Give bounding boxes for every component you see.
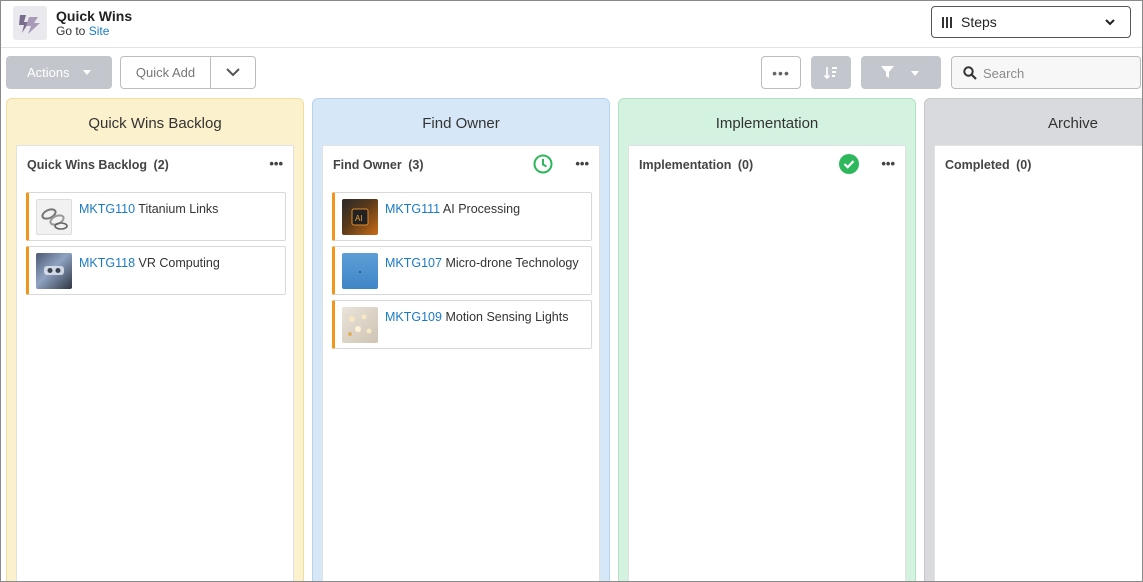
lane-name: Find Owner: [333, 158, 402, 172]
actions-label: Actions: [27, 65, 70, 80]
column-title: Implementation: [715, 115, 819, 132]
chain-links-icon: [41, 208, 68, 230]
lane-completed: Completed (0): [934, 145, 1142, 581]
columns-icon: [942, 16, 952, 28]
lane-name: Completed: [945, 158, 1010, 172]
card[interactable]: MKTG118 VR Computing: [26, 246, 286, 295]
goto-site-line: Go to Site: [56, 24, 109, 38]
column-title: Find Owner: [422, 115, 500, 132]
board-column-find-owner: Find Owner Find Owner (3) ••• AI MKTG111…: [312, 98, 610, 581]
svg-text:AI: AI: [355, 214, 363, 223]
card[interactable]: MKTG107 Micro-drone Technology: [332, 246, 592, 295]
card-thumbnail: [342, 307, 378, 343]
card-title: MKTG109 Motion Sensing Lights: [385, 310, 568, 324]
board-column-archive: Archive Completed (0): [924, 98, 1142, 581]
chevron-down-icon: [226, 68, 240, 77]
card-id-link[interactable]: MKTG109: [385, 310, 442, 324]
lane-name: Quick Wins Backlog: [27, 158, 148, 172]
card-thumbnail: AI: [342, 199, 378, 235]
goto-prefix: Go to: [56, 24, 86, 38]
filter-icon: [881, 66, 894, 78]
page-header: Quick Wins Go to Site Steps: [1, 1, 1142, 48]
card-name: Titanium Links: [138, 202, 219, 216]
app-window: Quick Wins Go to Site Steps Actions Quic…: [0, 0, 1143, 582]
more-icon: •••: [772, 64, 790, 81]
card[interactable]: MKTG109 Motion Sensing Lights: [332, 300, 592, 349]
card-id-link[interactable]: MKTG118: [79, 256, 135, 270]
card-id-link[interactable]: MKTG111: [385, 202, 440, 216]
card-title: MKTG118 VR Computing: [79, 256, 220, 270]
lane-menu-button[interactable]: •••: [269, 156, 283, 171]
filter-button[interactable]: [861, 56, 941, 89]
chevron-down-icon: [1105, 19, 1115, 26]
search-icon: [963, 66, 977, 80]
card-title: MKTG110 Titanium Links: [79, 202, 218, 216]
lane-header: Quick Wins Backlog (2): [27, 158, 169, 172]
clock-icon: [533, 154, 553, 174]
card-name: AI Processing: [442, 202, 521, 216]
sort-icon: [823, 67, 837, 80]
quick-add-button[interactable]: Quick Add: [121, 57, 211, 88]
lane-menu-button[interactable]: •••: [575, 156, 589, 171]
lane-count: (0): [1016, 158, 1032, 172]
caret-down-icon: [911, 71, 919, 76]
lane-count: (3): [408, 158, 424, 172]
card[interactable]: AI MKTG111 AI Processing: [332, 192, 592, 241]
page-title: Quick Wins: [56, 8, 133, 24]
more-options-button[interactable]: •••: [761, 56, 801, 89]
card-name: VR Computing: [138, 256, 220, 270]
card-id-link[interactable]: MKTG107: [385, 256, 442, 270]
lane-count: (0): [737, 158, 754, 172]
quick-add-dropdown[interactable]: [211, 57, 255, 88]
lane-name: Implementation: [639, 158, 732, 172]
check-circle-icon: [839, 154, 859, 174]
lights-icon: [348, 314, 372, 336]
card-thumbnail: [342, 253, 378, 289]
card-thumbnail: [36, 253, 72, 289]
lane-count: (2): [153, 158, 169, 172]
lane-quick-wins-backlog: Quick Wins Backlog (2) ••• MKTG110 Titan…: [16, 145, 294, 581]
card-name: Micro-drone Technology: [445, 256, 579, 270]
view-select[interactable]: Steps: [931, 6, 1131, 38]
column-title: Quick Wins Backlog: [88, 115, 222, 132]
lane-header: Find Owner (3): [333, 158, 424, 172]
view-select-value: Steps: [961, 14, 997, 30]
card-title: MKTG111 AI Processing: [385, 202, 520, 216]
card-thumbnail: [36, 199, 72, 235]
lane-find-owner: Find Owner (3) ••• AI MKTG111 AI Process…: [322, 145, 600, 581]
card-id-link[interactable]: MKTG110: [79, 202, 135, 216]
actions-button[interactable]: Actions: [6, 56, 112, 89]
caret-down-icon: [82, 70, 91, 75]
sort-button[interactable]: [811, 56, 851, 89]
app-logo-icon: [13, 6, 47, 40]
drone-icon: [359, 271, 361, 273]
board-column-quick-wins-backlog: Quick Wins Backlog Quick Wins Backlog (2…: [6, 98, 304, 581]
card-title: MKTG107 Micro-drone Technology: [385, 256, 579, 270]
search-input[interactable]: [983, 63, 1133, 83]
site-link[interactable]: Site: [89, 24, 110, 38]
vr-headset-icon: [44, 266, 64, 275]
board-column-implementation: Implementation Implementation (0) •••: [618, 98, 916, 581]
lane-header: Completed (0): [945, 158, 1031, 172]
lane-menu-button[interactable]: •••: [881, 156, 895, 171]
search-box: [951, 56, 1141, 89]
card[interactable]: MKTG110 Titanium Links: [26, 192, 286, 241]
column-title: Archive: [1047, 115, 1099, 132]
quick-add-group: Quick Add: [120, 56, 256, 89]
ai-chip-icon: AI: [351, 208, 369, 226]
lane-header: Implementation (0): [639, 158, 753, 172]
lane-implementation: Implementation (0) •••: [628, 145, 906, 581]
card-name: Motion Sensing Lights: [445, 310, 569, 324]
